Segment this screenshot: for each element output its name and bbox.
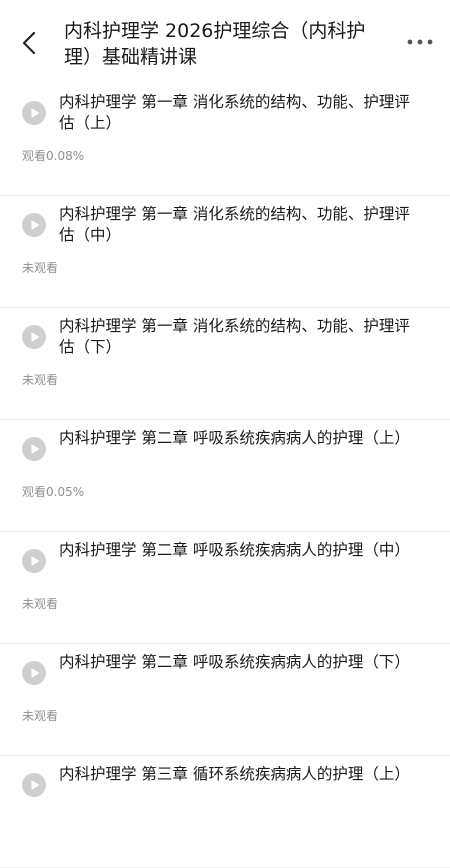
lesson-item[interactable]: 内科护理学 第一章 消化系统的结构、功能、护理评估（中） 未观看	[0, 196, 450, 308]
watch-status: 观看0.08%	[22, 149, 85, 163]
app-header: 内科护理学 2026护理综合（内科护理）基础精讲课	[0, 0, 450, 84]
play-icon	[22, 661, 46, 685]
lesson-title: 内科护理学 第一章 消化系统的结构、功能、护理评估（中）	[59, 205, 410, 244]
back-button[interactable]	[14, 26, 44, 60]
lesson-title: 内科护理学 第二章 呼吸系统疾病病人的护理（上）	[59, 429, 410, 447]
play-icon	[22, 549, 46, 573]
chevron-left-icon	[22, 31, 36, 55]
play-icon	[22, 213, 46, 237]
lesson-item[interactable]: 内科护理学 第二章 呼吸系统疾病病人的护理（中） 未观看	[0, 532, 450, 644]
lesson-item[interactable]: 内科护理学 第一章 消化系统的结构、功能、护理评估（下） 未观看	[0, 308, 450, 420]
play-icon	[22, 101, 46, 125]
watch-status: 观看0.05%	[22, 485, 85, 499]
lesson-item[interactable]: 内科护理学 第一章 消化系统的结构、功能、护理评估（上） 观看0.08%	[0, 84, 450, 196]
lesson-list: 内科护理学 第一章 消化系统的结构、功能、护理评估（上） 观看0.08% 内科护…	[0, 84, 450, 868]
page-title: 内科护理学 2026护理综合（内科护理）基础精讲课	[64, 20, 366, 68]
play-icon	[22, 325, 46, 349]
watch-status: 未观看	[22, 373, 59, 387]
lesson-title: 内科护理学 第一章 消化系统的结构、功能、护理评估（上）	[59, 93, 410, 132]
play-icon	[22, 437, 46, 461]
lesson-title: 内科护理学 第三章 循环系统疾病病人的护理（上）	[59, 765, 410, 783]
play-icon	[22, 773, 46, 797]
watch-status: 未观看	[22, 709, 59, 723]
more-horizontal-icon	[407, 39, 433, 45]
lesson-item[interactable]: 内科护理学 第三章 循环系统疾病病人的护理（上）	[0, 756, 450, 868]
watch-status: 未观看	[22, 261, 59, 275]
lesson-item[interactable]: 内科护理学 第二章 呼吸系统疾病病人的护理（上） 观看0.05%	[0, 420, 450, 532]
lesson-title: 内科护理学 第二章 呼吸系统疾病病人的护理（下）	[59, 653, 410, 671]
watch-status: 未观看	[22, 597, 59, 611]
lesson-item[interactable]: 内科护理学 第二章 呼吸系统疾病病人的护理（下） 未观看	[0, 644, 450, 756]
lesson-title: 内科护理学 第一章 消化系统的结构、功能、护理评估（下）	[59, 317, 410, 356]
more-button[interactable]	[402, 30, 438, 54]
lesson-title: 内科护理学 第二章 呼吸系统疾病病人的护理（中）	[59, 541, 410, 559]
